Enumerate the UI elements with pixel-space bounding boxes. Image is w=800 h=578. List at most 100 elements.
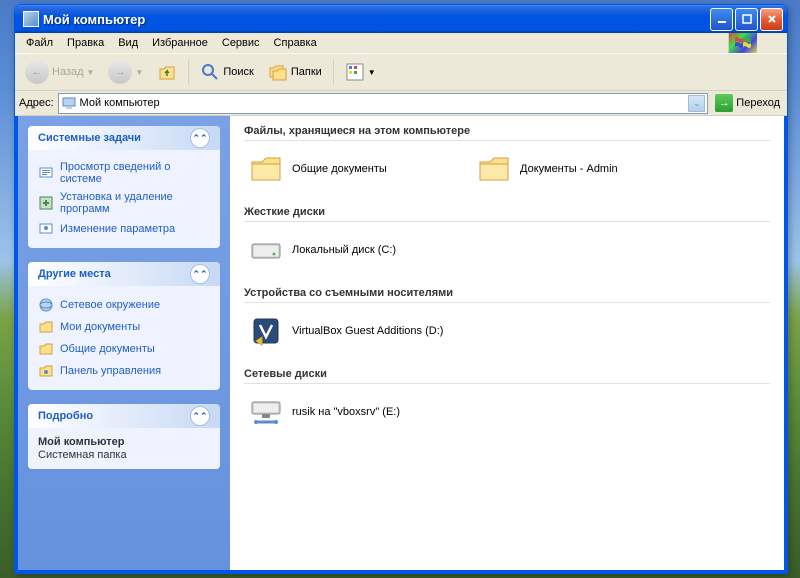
- place-icon: [38, 319, 54, 335]
- separator: [333, 59, 334, 85]
- tasks-panel: Системные задачи ⌃⌃ Просмотр сведений о …: [18, 116, 230, 570]
- folders-button[interactable]: Папки: [262, 58, 328, 86]
- other-places-box: Другие места ⌃⌃ Сетевое окружение Мои док…: [28, 262, 220, 390]
- place-icon: [38, 363, 54, 379]
- details-title: Подробно: [38, 410, 93, 422]
- go-arrow-icon: →: [715, 94, 733, 112]
- close-button[interactable]: [760, 8, 783, 31]
- go-button[interactable]: → Переход: [712, 93, 783, 113]
- folders-label: Папки: [291, 66, 322, 78]
- place-label: Мои документы: [60, 321, 140, 333]
- back-button[interactable]: ← Назад ▼: [19, 56, 100, 88]
- task-label: Изменение параметра: [60, 223, 175, 235]
- task-label: Установка и удаление программ: [60, 191, 210, 215]
- window-icon: [23, 11, 39, 27]
- items-container: VirtualBox Guest Additions (D:): [244, 309, 770, 353]
- other-places-header[interactable]: Другие места ⌃⌃: [28, 262, 220, 286]
- address-bar: Адрес: Мой компьютер ⌄ → Переход: [15, 91, 787, 116]
- forward-button[interactable]: → ▼: [102, 56, 149, 88]
- items-container: Локальный диск (C:): [244, 228, 770, 272]
- minimize-button[interactable]: [710, 8, 733, 31]
- folder-icon: [476, 151, 512, 187]
- search-icon: [200, 62, 220, 82]
- forward-arrow-icon: →: [108, 60, 132, 84]
- other-places-title: Другие места: [38, 268, 111, 280]
- place-icon: [38, 297, 54, 313]
- collapse-icon[interactable]: ⌃⌃: [190, 264, 210, 284]
- up-button[interactable]: [151, 58, 183, 86]
- views-button[interactable]: ▼: [339, 58, 382, 86]
- menu-favorites[interactable]: Избранное: [145, 35, 215, 51]
- details-header[interactable]: Подробно ⌃⌃: [28, 404, 220, 428]
- item-name: rusik на "vboxsrv" (E:): [292, 406, 400, 418]
- collapse-icon[interactable]: ⌃⌃: [190, 128, 210, 148]
- item-group: Жесткие диски Локальный диск (C:): [244, 203, 770, 272]
- menu-bar: Файл Правка Вид Избранное Сервис Справка: [15, 33, 787, 53]
- window-buttons: [710, 8, 783, 31]
- netdrive-icon: [248, 394, 284, 430]
- menu-edit[interactable]: Правка: [60, 35, 111, 51]
- place-icon: [38, 341, 54, 357]
- search-label: Поиск: [223, 66, 253, 78]
- group-header: Файлы, хранящиеся на этом компьютере: [244, 122, 770, 141]
- explorer-window: Мой компьютер Файл Правка Вид Избранное …: [14, 4, 788, 574]
- vbox-icon: [248, 313, 284, 349]
- item-name: Общие документы: [292, 163, 387, 175]
- details-type: Системная папка: [38, 449, 210, 461]
- place-label: Панель управления: [60, 365, 161, 377]
- search-button[interactable]: Поиск: [194, 58, 259, 86]
- group-header: Сетевые диски: [244, 365, 770, 384]
- content-area: Системные задачи ⌃⌃ Просмотр сведений о …: [15, 116, 787, 573]
- system-tasks-list: Просмотр сведений о системе Установка и у…: [28, 150, 220, 248]
- back-arrow-icon: ←: [25, 60, 49, 84]
- collapse-icon[interactable]: ⌃⌃: [190, 406, 210, 426]
- place-item[interactable]: Мои документы: [38, 316, 210, 338]
- file-item[interactable]: VirtualBox Guest Additions (D:): [244, 309, 472, 353]
- item-group: Файлы, хранящиеся на этом компьютере Общи…: [244, 122, 770, 191]
- hdd-icon: [248, 232, 284, 268]
- chevron-down-icon: ▼: [368, 68, 376, 77]
- file-item[interactable]: Документы - Admin: [472, 147, 700, 191]
- file-item[interactable]: Общие документы: [244, 147, 472, 191]
- group-header: Устройства со съемными носителями: [244, 284, 770, 303]
- address-label: Адрес:: [19, 97, 54, 109]
- address-value: Мой компьютер: [80, 97, 160, 109]
- windows-logo-icon: [728, 33, 757, 53]
- item-group: Устройства со съемными носителями Virtual…: [244, 284, 770, 353]
- menu-tools[interactable]: Сервис: [215, 35, 267, 51]
- folder-up-icon: [157, 62, 177, 82]
- toolbar: ← Назад ▼ → ▼ Поиск Папки ▼: [15, 53, 787, 91]
- system-tasks-title: Системные задачи: [38, 132, 141, 144]
- menu-file[interactable]: Файл: [19, 35, 60, 51]
- file-item[interactable]: rusik на "vboxsrv" (E:): [244, 390, 472, 434]
- menu-help[interactable]: Справка: [267, 35, 324, 51]
- item-name: Документы - Admin: [520, 163, 618, 175]
- task-item[interactable]: Изменение параметра: [38, 218, 210, 240]
- menu-view[interactable]: Вид: [111, 35, 145, 51]
- address-dropdown[interactable]: ⌄: [688, 95, 705, 112]
- back-label: Назад: [52, 66, 84, 78]
- place-item[interactable]: Сетевое окружение: [38, 294, 210, 316]
- main-view[interactable]: Файлы, хранящиеся на этом компьютере Общи…: [230, 116, 784, 570]
- task-item[interactable]: Просмотр сведений о системе: [38, 158, 210, 188]
- folders-icon: [268, 62, 288, 82]
- title-bar[interactable]: Мой компьютер: [15, 5, 787, 33]
- place-label: Сетевое окружение: [60, 299, 160, 311]
- details-box: Подробно ⌃⌃ Мой компьютер Системная папк…: [28, 404, 220, 469]
- task-item[interactable]: Установка и удаление программ: [38, 188, 210, 218]
- file-item[interactable]: Локальный диск (C:): [244, 228, 472, 272]
- chevron-down-icon: ▼: [87, 68, 95, 77]
- task-icon: [38, 165, 54, 181]
- place-item[interactable]: Панель управления: [38, 360, 210, 382]
- chevron-down-icon: ▼: [135, 68, 143, 77]
- task-icon: [38, 221, 54, 237]
- system-tasks-header[interactable]: Системные задачи ⌃⌃: [28, 126, 220, 150]
- maximize-button[interactable]: [735, 8, 758, 31]
- items-container: rusik на "vboxsrv" (E:): [244, 390, 770, 434]
- item-group: Сетевые диски rusik на "vboxsrv" (E:): [244, 365, 770, 434]
- go-label: Переход: [736, 97, 780, 109]
- window-title: Мой компьютер: [43, 12, 710, 27]
- address-input[interactable]: Мой компьютер ⌄: [58, 93, 709, 114]
- group-header: Жесткие диски: [244, 203, 770, 222]
- place-item[interactable]: Общие документы: [38, 338, 210, 360]
